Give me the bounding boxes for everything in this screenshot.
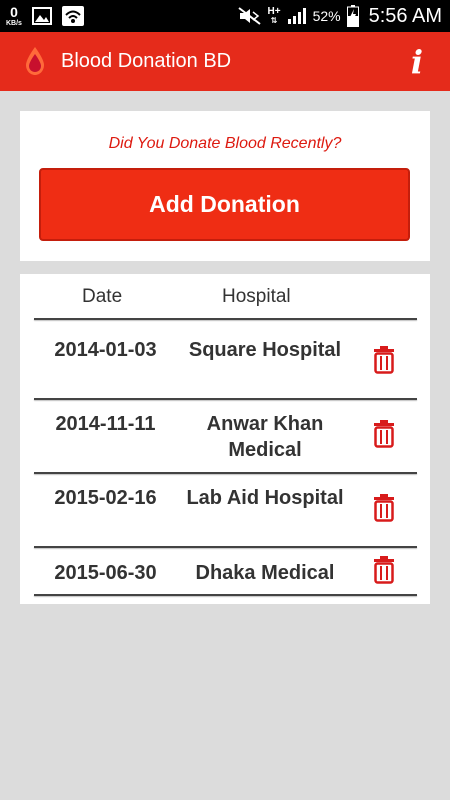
network-activity-icon: ⇅ <box>270 16 278 25</box>
battery-percent: 52% <box>312 8 341 24</box>
info-button[interactable]: i <box>402 42 432 82</box>
donations-table: Date Hospital 2014-01-03 Square Hospital… <box>20 274 430 604</box>
donation-prompt: Did You Donate Blood Recently? <box>108 135 342 152</box>
donation-hospital: Square Hospital <box>188 339 342 361</box>
signal-icon <box>287 8 306 24</box>
add-donation-card: Did You Donate Blood Recently? Add Donat… <box>20 111 430 261</box>
donation-hospital: Anwar Khan Medical <box>206 413 324 461</box>
status-right: H+ ⇅ 52% 5:56 AM <box>237 0 442 32</box>
row-divider <box>34 398 417 400</box>
blood-drop-icon <box>26 47 44 75</box>
data-speed-unit: KB/s <box>6 20 22 27</box>
status-left: 0 KB/s <box>6 3 84 29</box>
status-bar: 0 KB/s H+ ⇅ 52% 5:56 AM <box>0 0 450 32</box>
app-bar: Blood Donation BD i <box>0 32 450 91</box>
app-title: Blood Donation BD <box>61 50 232 72</box>
wifi-icon <box>61 6 84 26</box>
trash-icon[interactable] <box>372 420 396 448</box>
info-icon: i <box>410 43 424 81</box>
data-speed-value: 0 <box>10 4 18 20</box>
donation-date: 2014-11-11 <box>55 413 156 435</box>
network-type-indicator: H+ ⇅ <box>268 7 281 25</box>
mute-icon <box>237 7 261 25</box>
row-divider <box>34 472 417 474</box>
trash-icon[interactable] <box>372 494 396 522</box>
trash-icon[interactable] <box>372 346 396 374</box>
battery-charging-icon <box>346 5 359 27</box>
header-divider <box>34 318 417 320</box>
donation-date: 2014-01-03 <box>54 339 157 361</box>
add-donation-button[interactable]: Add Donation <box>39 168 410 241</box>
donation-hospital: Lab Aid Hospital <box>186 487 344 509</box>
row-divider <box>34 546 417 548</box>
date-column-header: Date <box>82 286 123 307</box>
donation-hospital: Dhaka Medical <box>195 562 335 584</box>
gallery-icon <box>31 7 52 25</box>
trash-icon[interactable] <box>372 556 396 584</box>
status-time: 5:56 AM <box>368 4 442 27</box>
donation-date: 2015-02-16 <box>54 487 157 509</box>
data-speed-indicator: 0 KB/s <box>6 5 22 27</box>
row-divider <box>34 594 417 596</box>
hospital-column-header: Hospital <box>222 286 291 307</box>
donation-date: 2015-06-30 <box>54 562 157 584</box>
